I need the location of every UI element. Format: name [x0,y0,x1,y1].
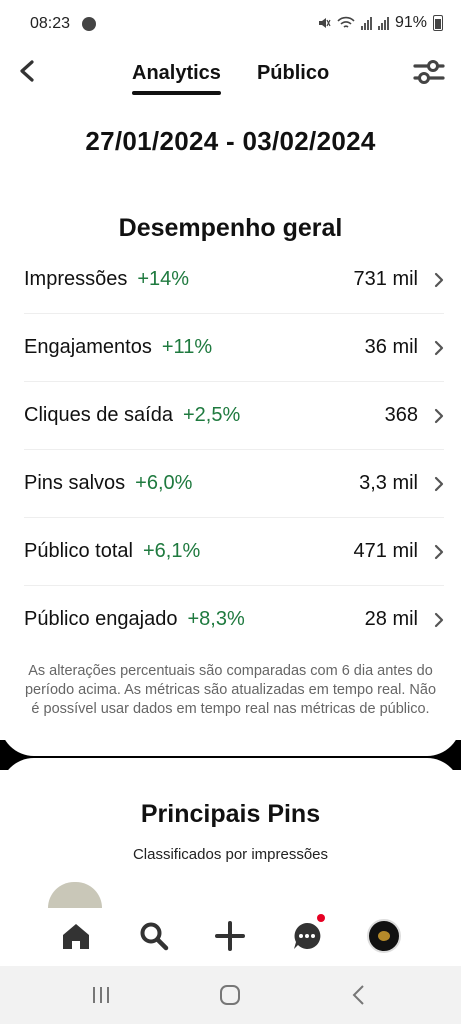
top-header: Analytics Público [0,50,461,100]
metric-row-publico-total[interactable]: Público total +6,1% 471 mil [24,518,444,586]
nav-profile[interactable] [364,916,404,956]
metric-change: +6,0% [135,472,193,494]
chevron-right-icon [434,272,444,287]
top-pins-subtitle: Classificados por impressões [132,846,329,863]
tab-analytics[interactable]: Analytics [132,62,221,95]
signal-icon [360,16,372,30]
wifi-icon [337,16,355,28]
back-button-icon[interactable] [346,982,372,1008]
metric-change: +6,1% [142,540,201,562]
metric-value: 368 [384,404,418,426]
nav-create[interactable] [210,916,250,956]
metric-row-engajamentos[interactable]: Engajamentos +11% 36 mil [24,314,444,382]
nav-home[interactable] [56,916,96,956]
home-icon [63,924,89,949]
notification-dot [317,914,325,922]
android-navigation-bar [0,966,461,1024]
metric-value: 28 mil [364,608,418,630]
metrics-list: Impressões +14% 731 mil Engajamentos +11… [24,246,444,653]
metric-value: 36 mil [364,336,418,358]
plus-icon [215,921,245,951]
chevron-right-icon [434,340,444,355]
metrics-disclaimer: As alterações percentuais são comparadas… [24,663,437,717]
status-time: 08:23 [30,15,71,32]
date-range[interactable]: 27/01/2024 - 03/02/2024 [0,126,461,157]
tab-bar: Analytics Público [132,62,329,95]
metric-change: +2,5% [182,404,241,426]
chevron-right-icon [434,544,444,559]
chevron-right-icon [434,476,444,491]
metric-row-impressoes[interactable]: Impressões +14% 731 mil [24,246,444,314]
home-button-icon[interactable] [217,982,243,1008]
top-pins-title: Principais Pins [140,800,321,828]
avatar [367,919,401,953]
filter-sliders-icon[interactable] [413,58,445,86]
messages-icon [294,922,321,949]
pinterest-notification-icon [82,17,96,31]
battery-icon [433,15,443,31]
mute-icon [318,18,331,28]
status-right-group: 91% [317,14,443,32]
metric-change: +8,3% [187,608,245,630]
metric-value: 731 mil [353,268,418,290]
overview-card-bottom [0,720,461,756]
metric-value: 471 mil [353,540,418,562]
chevron-right-icon [434,408,444,423]
back-arrow-icon[interactable] [14,56,40,86]
battery-percent: 91% [394,14,427,31]
metric-label: Impressões [24,268,128,290]
bottom-nav [0,908,461,966]
metric-row-pins-salvos[interactable]: Pins salvos +6,0% 3,3 mil [24,450,444,518]
metric-label: Pins salvos [24,472,126,494]
overview-title: Desempenho geral [118,214,343,242]
status-bar: 08:23 91% [0,0,461,50]
app-screen: 08:23 91% Analytics Público 27/01/2024 -… [0,0,461,1024]
nav-messages[interactable] [287,914,327,956]
recent-apps-icon[interactable] [88,982,114,1008]
metric-row-cliques-de-saida[interactable]: Cliques de saída +2,5% 368 [24,382,444,450]
tab-publico[interactable]: Público [257,62,329,95]
metric-row-publico-engajado[interactable]: Público engajado +8,3% 28 mil [24,586,444,653]
metric-label: Público total [24,540,133,562]
metric-label: Público engajado [24,608,178,630]
metric-label: Cliques de saída [24,404,173,426]
nav-search[interactable] [134,916,174,956]
metric-value: 3,3 mil [359,472,418,494]
signal-icon-2 [377,16,389,30]
metric-change: +14% [137,268,190,290]
metric-change: +11% [161,336,213,358]
metric-label: Engajamentos [24,336,152,358]
chevron-right-icon [434,612,444,627]
search-icon [140,922,169,951]
